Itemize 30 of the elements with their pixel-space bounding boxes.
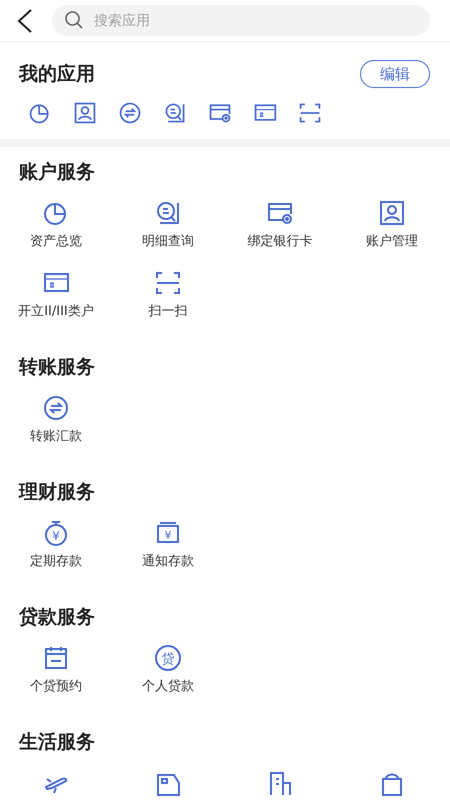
app-label[interactable]: 定期存款: [30, 553, 82, 571]
person-card-icon: [378, 199, 406, 227]
search-field[interactable]: 搜索应用: [52, 5, 430, 36]
person-card-icon: [73, 101, 97, 125]
app-label[interactable]: 扫一扫: [148, 303, 188, 321]
section-title: 转账服务: [19, 355, 96, 379]
app-label[interactable]: 资产总览: [30, 233, 82, 251]
app-label[interactable]: 明细查询: [142, 233, 194, 251]
app-label[interactable]: 转账汇款: [30, 428, 82, 446]
app-label[interactable]: 账户管理: [366, 233, 418, 251]
section-title: 生活服务: [19, 730, 96, 754]
app-label[interactable]: 通知存款: [142, 553, 194, 571]
app-label[interactable]: 开立II/III类户: [18, 303, 94, 321]
search-document-icon: [154, 199, 182, 227]
search-document-icon: [163, 101, 187, 125]
section-title: 贷款服务: [19, 605, 96, 629]
app-label[interactable]: 个人贷款: [142, 678, 194, 696]
app-label[interactable]: 绑定银行卡: [248, 233, 312, 251]
scan-icon: [298, 101, 322, 125]
section-title: 账户服务: [19, 160, 96, 184]
edit-button[interactable]: 编辑: [360, 60, 430, 88]
search-icon: [64, 10, 84, 30]
transfer-icon: [42, 394, 70, 422]
section-title: 理财服务: [19, 480, 96, 504]
app-label[interactable]: 个贷预约: [30, 678, 82, 696]
transfer-icon: [118, 101, 142, 125]
scan-icon: [154, 269, 182, 297]
loan-icon: 贷: [154, 644, 182, 672]
calendar-icon: [42, 644, 70, 672]
section-title: 我的应用: [19, 62, 95, 86]
